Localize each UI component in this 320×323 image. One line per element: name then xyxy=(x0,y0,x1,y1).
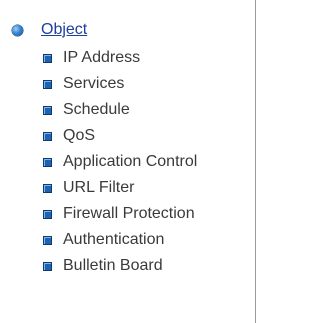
nav-item-label[interactable]: QoS xyxy=(63,128,95,144)
square-bullet-icon xyxy=(43,79,52,89)
nav-item-label[interactable]: Firewall Protection xyxy=(63,206,195,222)
nav-item-schedule[interactable]: Schedule xyxy=(43,97,197,123)
object-link[interactable]: Object xyxy=(41,22,87,38)
square-bullet-icon xyxy=(43,183,52,193)
square-bullet-icon xyxy=(43,235,52,245)
nav-item-label[interactable]: URL Filter xyxy=(63,180,134,196)
globe-icon xyxy=(12,24,23,36)
nav-item-label[interactable]: Schedule xyxy=(63,102,130,118)
panel-right-border xyxy=(255,0,256,323)
square-bullet-icon xyxy=(43,105,52,115)
square-bullet-icon xyxy=(43,209,52,219)
square-bullet-icon xyxy=(43,261,52,271)
square-bullet-icon xyxy=(43,53,52,63)
nav-item-qos[interactable]: QoS xyxy=(43,123,197,149)
object-submenu: IP Address Services Schedule QoS Applica… xyxy=(43,45,197,279)
nav-item-label[interactable]: IP Address xyxy=(63,50,140,66)
nav-item-authentication[interactable]: Authentication xyxy=(43,227,197,253)
nav-item-label[interactable]: Authentication xyxy=(63,232,164,248)
nav-item-application-control[interactable]: Application Control xyxy=(43,149,197,175)
nav-item-label[interactable]: Application Control xyxy=(63,154,197,170)
nav-item-label[interactable]: Services xyxy=(63,76,124,92)
nav-item-firewall-protection[interactable]: Firewall Protection xyxy=(43,201,197,227)
navigation-panel: Object IP Address Services Schedule QoS … xyxy=(0,0,258,323)
nav-root-object[interactable]: Object xyxy=(12,18,87,42)
square-bullet-icon xyxy=(43,131,52,141)
nav-item-ip-address[interactable]: IP Address xyxy=(43,45,197,71)
nav-item-url-filter[interactable]: URL Filter xyxy=(43,175,197,201)
nav-item-services[interactable]: Services xyxy=(43,71,197,97)
square-bullet-icon xyxy=(43,157,52,167)
nav-item-label[interactable]: Bulletin Board xyxy=(63,258,163,274)
nav-item-bulletin-board[interactable]: Bulletin Board xyxy=(43,253,197,279)
